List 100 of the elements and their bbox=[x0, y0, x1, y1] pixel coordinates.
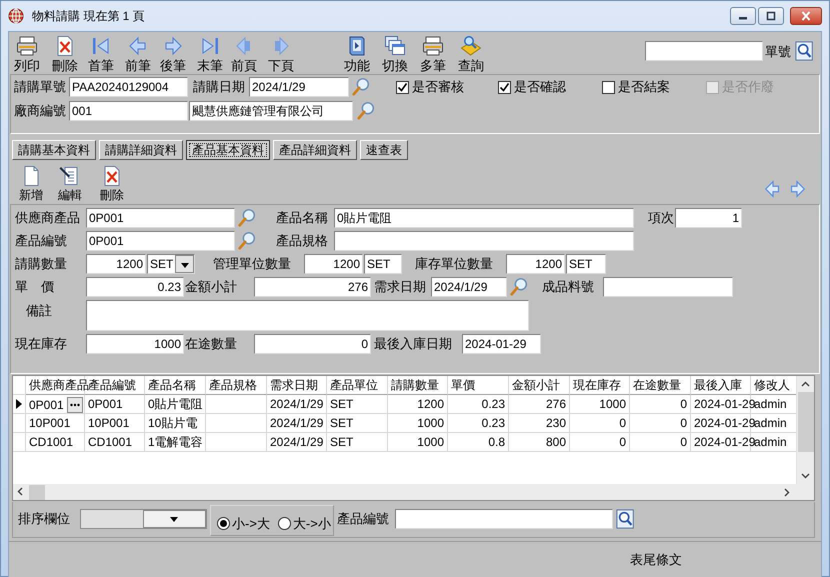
text-field[interactable]: 1200 bbox=[506, 254, 565, 274]
text-field[interactable]: 276 bbox=[254, 277, 371, 297]
scroll-thumb[interactable] bbox=[798, 392, 814, 452]
text-field[interactable]: 001 bbox=[69, 101, 188, 121]
text-field[interactable]: 1200 bbox=[304, 254, 363, 274]
caret-icon bbox=[801, 381, 810, 387]
column-header[interactable]: 金額小計 bbox=[509, 376, 570, 395]
close-button[interactable] bbox=[790, 7, 822, 25]
lookup-button[interactable] bbox=[237, 208, 257, 228]
tab[interactable]: 產品基本資料 bbox=[186, 140, 270, 160]
table-cell: 0貼片電阻 bbox=[145, 395, 206, 414]
column-header[interactable]: 產品單位 bbox=[327, 376, 388, 395]
text-field[interactable]: 0P001 bbox=[86, 208, 235, 228]
unit-dropdown[interactable]: SET bbox=[147, 254, 195, 274]
sort-dropdown[interactable] bbox=[80, 509, 207, 529]
radio-button[interactable]: 大->小 bbox=[278, 514, 331, 532]
stacked-windows-icon bbox=[384, 35, 406, 57]
text-field[interactable]: 0P001 bbox=[86, 231, 235, 251]
delete-button[interactable]: 刪除 bbox=[46, 35, 84, 73]
search-icon bbox=[237, 208, 257, 228]
next-page-button[interactable]: 下頁 bbox=[262, 35, 300, 73]
maximize-button[interactable] bbox=[758, 7, 784, 25]
text-field[interactable] bbox=[334, 231, 634, 251]
next-button[interactable]: 後筆 bbox=[154, 35, 192, 73]
table-cell: 0P001 bbox=[29, 398, 64, 412]
field-label: 產品名稱 bbox=[276, 209, 329, 227]
checkbox[interactable]: 是否確認 bbox=[498, 78, 588, 96]
text-field[interactable]: SET bbox=[566, 254, 606, 274]
previous-button[interactable]: 前筆 bbox=[119, 35, 157, 73]
print-button[interactable]: 列印 bbox=[8, 35, 46, 73]
table-cell: CD1001 bbox=[26, 433, 85, 452]
first-button[interactable]: 首筆 bbox=[82, 35, 120, 73]
vertical-scrollbar[interactable] bbox=[796, 376, 814, 484]
text-field[interactable]: 颶慧供應鏈管理有限公司 bbox=[189, 101, 353, 121]
column-header[interactable]: 最後入庫 bbox=[691, 376, 751, 395]
checkbox[interactable]: 是否結案 bbox=[602, 78, 692, 96]
caret-icon bbox=[784, 488, 790, 496]
field-label: 產品規格 bbox=[276, 232, 329, 250]
table-cell: 230 bbox=[509, 414, 570, 433]
column-header[interactable]: 產品規格 bbox=[206, 376, 267, 395]
text-field[interactable]: 0.23 bbox=[86, 277, 184, 297]
field-label: 單 價 bbox=[15, 278, 55, 296]
lookup-button[interactable] bbox=[351, 77, 371, 97]
text-field[interactable]: 1 bbox=[675, 208, 742, 228]
date-field[interactable]: 2024/1/29 bbox=[431, 277, 507, 297]
tab[interactable]: 請購詳細資料 bbox=[99, 140, 183, 160]
lookup-button[interactable] bbox=[356, 101, 376, 121]
search-field[interactable] bbox=[645, 41, 763, 61]
column-header[interactable]: 單價 bbox=[448, 376, 509, 395]
horizontal-scrollbar[interactable] bbox=[13, 484, 814, 500]
function-button[interactable]: 功能 bbox=[338, 35, 376, 73]
field-label: 請購日期 bbox=[193, 78, 246, 96]
search-icon bbox=[795, 40, 815, 62]
scroll-thumb[interactable] bbox=[29, 484, 45, 500]
field-label: 排序欄位 bbox=[18, 510, 71, 528]
tab[interactable]: 速查表 bbox=[360, 140, 408, 160]
text-field[interactable] bbox=[603, 277, 733, 297]
search-button[interactable] bbox=[616, 508, 636, 530]
column-header[interactable]: 在途數量 bbox=[630, 376, 691, 395]
search-icon bbox=[509, 277, 529, 297]
minimize-button[interactable] bbox=[730, 7, 756, 25]
text-field[interactable]: 1200 bbox=[86, 254, 146, 274]
text-field[interactable]: SET bbox=[364, 254, 402, 274]
new-button[interactable]: 新增 bbox=[13, 165, 49, 202]
row-header[interactable] bbox=[13, 395, 26, 414]
column-header[interactable]: 產品名稱 bbox=[145, 376, 206, 395]
text-field[interactable]: 0 bbox=[254, 334, 371, 354]
delete-button[interactable]: 刪除 bbox=[94, 165, 130, 202]
column-header[interactable]: 請購數量 bbox=[388, 376, 448, 395]
table-cell: 0.23 bbox=[448, 395, 509, 414]
search-button[interactable] bbox=[795, 40, 815, 62]
tab[interactable]: 產品詳細資料 bbox=[273, 140, 357, 160]
table-cell: 0 bbox=[630, 414, 691, 433]
text-field[interactable]: PAA20240129004 bbox=[69, 77, 188, 97]
caret-icon bbox=[801, 473, 810, 479]
multi-button[interactable]: 多筆 bbox=[414, 35, 452, 73]
tab[interactable]: 請購基本資料 bbox=[12, 140, 96, 160]
radio-button[interactable]: 小->大 bbox=[217, 514, 270, 532]
table-cell: SET bbox=[327, 395, 388, 414]
more-button[interactable] bbox=[67, 397, 83, 413]
note-field[interactable] bbox=[86, 300, 529, 331]
field-label: 現在庫存 bbox=[15, 335, 68, 353]
text-field[interactable]: 1000 bbox=[86, 334, 184, 354]
search-field[interactable] bbox=[395, 509, 613, 529]
text-field[interactable]: 0貼片電阻 bbox=[334, 208, 634, 228]
date-field[interactable]: 2024-01-29 bbox=[462, 334, 541, 354]
field-label: 庫存單位數量 bbox=[415, 255, 494, 273]
date-field[interactable]: 2024/1/29 bbox=[249, 77, 349, 97]
checkbox[interactable]: 是否審核 bbox=[396, 78, 486, 96]
lookup-button[interactable] bbox=[237, 231, 257, 251]
lookup-button[interactable] bbox=[509, 277, 529, 297]
field-label: 單號 bbox=[765, 43, 792, 61]
edit-button[interactable]: 編輯 bbox=[52, 165, 88, 202]
query-button[interactable]: 查詢 bbox=[452, 35, 490, 73]
column-header[interactable]: 現在庫存 bbox=[570, 376, 630, 395]
field-label: 管理單位數量 bbox=[213, 255, 292, 273]
footer-text: 表尾條文 bbox=[630, 551, 683, 569]
field-label: 項次 bbox=[648, 209, 675, 227]
column-header[interactable]: 需求日期 bbox=[267, 376, 327, 395]
switch-button[interactable]: 切換 bbox=[376, 35, 414, 73]
